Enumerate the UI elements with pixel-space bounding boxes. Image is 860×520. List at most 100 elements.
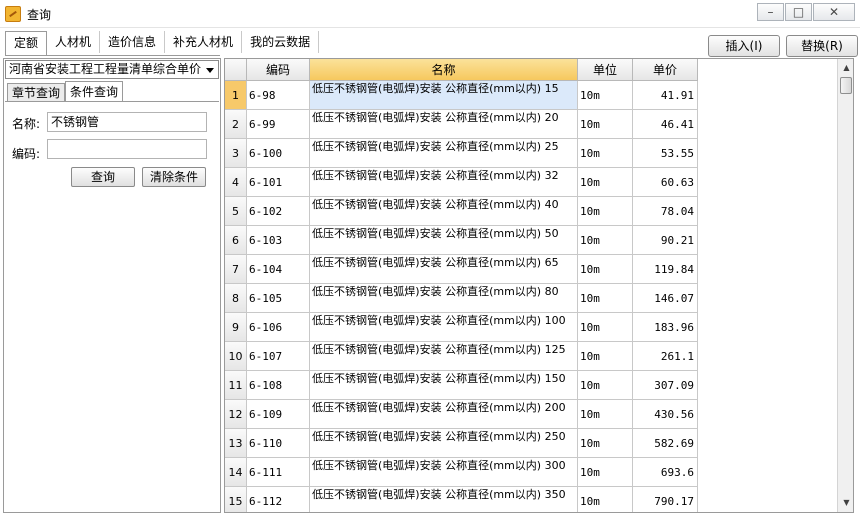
cell-name[interactable]: 低压不锈钢管(电弧焊)安装 公称直径(mm以内) 200 [310, 400, 578, 429]
cell-name[interactable]: 低压不锈钢管(电弧焊)安装 公称直径(mm以内) 20 [310, 110, 578, 139]
cell-code[interactable]: 6-111 [247, 458, 310, 487]
cell-unit[interactable]: 10m [578, 371, 633, 400]
table-row[interactable]: 3 6-100 低压不锈钢管(电弧焊)安装 公称直径(mm以内) 25 10m 53.5… [225, 139, 698, 168]
cell-name[interactable]: 低压不锈钢管(电弧焊)安装 公称直径(mm以内) 125 [310, 342, 578, 371]
library-select[interactable]: 河南省安装工程工程量清单综合单价 [5, 60, 219, 79]
cell-price[interactable]: 693.6 [633, 458, 698, 487]
close-button[interactable]: ✕ [813, 3, 855, 21]
cell-code[interactable]: 6-110 [247, 429, 310, 458]
row-number[interactable]: 10 [225, 342, 247, 371]
header-price[interactable]: 单价 [633, 59, 698, 81]
cell-code[interactable]: 6-99 [247, 110, 310, 139]
replace-button[interactable]: 替换(R) [786, 35, 858, 57]
cell-name[interactable]: 低压不锈钢管(电弧焊)安装 公称直径(mm以内) 150 [310, 371, 578, 400]
table-row[interactable]: 8 6-105 低压不锈钢管(电弧焊)安装 公称直径(mm以内) 80 10m 146.… [225, 284, 698, 313]
tab-price-info[interactable]: 造价信息 [100, 31, 166, 53]
cell-code[interactable]: 6-108 [247, 371, 310, 400]
insert-button[interactable]: 插入(I) [708, 35, 780, 57]
row-number[interactable]: 12 [225, 400, 247, 429]
cell-name[interactable]: 低压不锈钢管(电弧焊)安装 公称直径(mm以内) 80 [310, 284, 578, 313]
cell-price[interactable]: 46.41 [633, 110, 698, 139]
table-row[interactable]: 2 6-99 低压不锈钢管(电弧焊)安装 公称直径(mm以内) 20 10m 46.41 [225, 110, 698, 139]
header-code[interactable]: 编码 [247, 59, 310, 81]
scroll-up-icon[interactable]: ▲ [839, 60, 853, 76]
cell-name[interactable]: 低压不锈钢管(电弧焊)安装 公称直径(mm以内) 15 [310, 81, 578, 110]
cell-unit[interactable]: 10m [578, 81, 633, 110]
tab-condition-query[interactable]: 条件查询 [65, 81, 124, 102]
row-number[interactable]: 5 [225, 197, 247, 226]
table-row[interactable]: 7 6-104 低压不锈钢管(电弧焊)安装 公称直径(mm以内) 65 10m 119.… [225, 255, 698, 284]
row-number[interactable]: 9 [225, 313, 247, 342]
cell-code[interactable]: 6-100 [247, 139, 310, 168]
cell-price[interactable]: 53.55 [633, 139, 698, 168]
cell-price[interactable]: 146.07 [633, 284, 698, 313]
row-number[interactable]: 3 [225, 139, 247, 168]
code-input[interactable] [47, 139, 207, 159]
cell-unit[interactable]: 10m [578, 168, 633, 197]
cell-code[interactable]: 6-103 [247, 226, 310, 255]
cell-code[interactable]: 6-105 [247, 284, 310, 313]
cell-name[interactable]: 低压不锈钢管(电弧焊)安装 公称直径(mm以内) 250 [310, 429, 578, 458]
row-number[interactable]: 8 [225, 284, 247, 313]
cell-unit[interactable]: 10m [578, 255, 633, 284]
cell-name[interactable]: 低压不锈钢管(电弧焊)安装 公称直径(mm以内) 50 [310, 226, 578, 255]
cell-code[interactable]: 6-112 [247, 487, 310, 512]
cell-unit[interactable]: 10m [578, 487, 633, 512]
cell-price[interactable]: 790.17 [633, 487, 698, 512]
row-number[interactable]: 4 [225, 168, 247, 197]
cell-unit[interactable]: 10m [578, 342, 633, 371]
cell-name[interactable]: 低压不锈钢管(电弧焊)安装 公称直径(mm以内) 350 [310, 487, 578, 512]
maximize-button[interactable]: □ [785, 3, 812, 21]
cell-name[interactable]: 低压不锈钢管(电弧焊)安装 公称直径(mm以内) 65 [310, 255, 578, 284]
row-number[interactable]: 2 [225, 110, 247, 139]
row-number[interactable]: 11 [225, 371, 247, 400]
cell-price[interactable]: 41.91 [633, 81, 698, 110]
row-number[interactable]: 13 [225, 429, 247, 458]
cell-price[interactable]: 582.69 [633, 429, 698, 458]
vertical-scrollbar[interactable]: ▲ ▼ [837, 59, 853, 512]
tab-supplement[interactable]: 补充人材机 [165, 31, 243, 53]
cell-unit[interactable]: 10m [578, 284, 633, 313]
tab-labor-material-machine[interactable]: 人材机 [47, 31, 101, 53]
row-number[interactable]: 14 [225, 458, 247, 487]
cell-price[interactable]: 90.21 [633, 226, 698, 255]
cell-code[interactable]: 6-104 [247, 255, 310, 284]
tab-quota[interactable]: 定额 [5, 31, 48, 55]
table-row[interactable]: 15 6-112 低压不锈钢管(电弧焊)安装 公称直径(mm以内) 350 10m 79… [225, 487, 698, 512]
table-row[interactable]: 10 6-107 低压不锈钢管(电弧焊)安装 公称直径(mm以内) 125 10m 26… [225, 342, 698, 371]
cell-price[interactable]: 78.04 [633, 197, 698, 226]
table-row[interactable]: 6 6-103 低压不锈钢管(电弧焊)安装 公称直径(mm以内) 50 10m 90.2… [225, 226, 698, 255]
scroll-down-icon[interactable]: ▼ [839, 495, 853, 511]
cell-unit[interactable]: 10m [578, 313, 633, 342]
cell-price[interactable]: 261.1 [633, 342, 698, 371]
table-row[interactable]: 4 6-101 低压不锈钢管(电弧焊)安装 公称直径(mm以内) 32 10m 60.6… [225, 168, 698, 197]
cell-name[interactable]: 低压不锈钢管(电弧焊)安装 公称直径(mm以内) 100 [310, 313, 578, 342]
table-row[interactable]: 11 6-108 低压不锈钢管(电弧焊)安装 公称直径(mm以内) 150 10m 30… [225, 371, 698, 400]
tab-my-cloud-data[interactable]: 我的云数据 [242, 31, 320, 53]
header-name[interactable]: 名称 [310, 59, 578, 81]
cell-name[interactable]: 低压不锈钢管(电弧焊)安装 公称直径(mm以内) 300 [310, 458, 578, 487]
minimize-button[interactable]: – [757, 3, 784, 21]
cell-unit[interactable]: 10m [578, 110, 633, 139]
table-row[interactable]: 1 6-98 低压不锈钢管(电弧焊)安装 公称直径(mm以内) 15 10m 41.91 [225, 81, 698, 110]
chevron-down-icon[interactable] [206, 68, 214, 73]
cell-code[interactable]: 6-109 [247, 400, 310, 429]
clear-conditions-button[interactable]: 清除条件 [142, 167, 206, 187]
query-button[interactable]: 查询 [71, 167, 135, 187]
cell-price[interactable]: 183.96 [633, 313, 698, 342]
table-row[interactable]: 14 6-111 低压不锈钢管(电弧焊)安装 公称直径(mm以内) 300 10m 69… [225, 458, 698, 487]
table-row[interactable]: 9 6-106 低压不锈钢管(电弧焊)安装 公称直径(mm以内) 100 10m 183… [225, 313, 698, 342]
cell-name[interactable]: 低压不锈钢管(电弧焊)安装 公称直径(mm以内) 32 [310, 168, 578, 197]
cell-code[interactable]: 6-102 [247, 197, 310, 226]
cell-code[interactable]: 6-101 [247, 168, 310, 197]
scroll-thumb[interactable] [840, 77, 852, 94]
cell-price[interactable]: 307.09 [633, 371, 698, 400]
cell-code[interactable]: 6-106 [247, 313, 310, 342]
row-number[interactable]: 1 [225, 81, 247, 110]
table-row[interactable]: 12 6-109 低压不锈钢管(电弧焊)安装 公称直径(mm以内) 200 10m 43… [225, 400, 698, 429]
cell-unit[interactable]: 10m [578, 139, 633, 168]
cell-unit[interactable]: 10m [578, 429, 633, 458]
table-row[interactable]: 5 6-102 低压不锈钢管(电弧焊)安装 公称直径(mm以内) 40 10m 78.0… [225, 197, 698, 226]
cell-code[interactable]: 6-107 [247, 342, 310, 371]
row-number[interactable]: 7 [225, 255, 247, 284]
